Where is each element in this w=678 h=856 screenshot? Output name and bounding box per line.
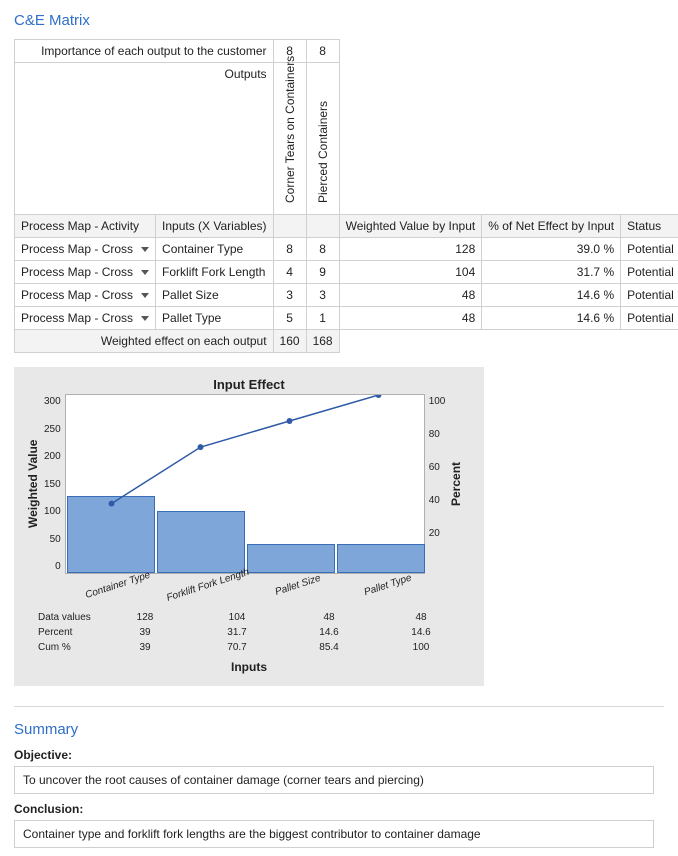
chevron-down-icon <box>141 270 149 275</box>
footer-val-0: 160 <box>273 330 306 353</box>
input-cell: Forklift Fork Length <box>156 261 274 284</box>
plot-area <box>65 394 425 574</box>
x-axis-label: Inputs <box>26 660 472 674</box>
objective-label: Objective: <box>14 748 664 762</box>
table-row: Process Map - Cross Forklift Fork Length… <box>15 261 678 284</box>
input-cell: Pallet Size <box>156 284 274 307</box>
summary-title: Summary <box>14 721 664 738</box>
chevron-down-icon <box>141 247 149 252</box>
col-pct: % of Net Effect by Input <box>482 215 621 238</box>
output-name-0: Corner Tears on Containers <box>281 67 299 207</box>
outputs-label: Outputs <box>15 63 274 215</box>
output-name-1: Pierced Containers <box>314 67 332 207</box>
status-dropdown[interactable]: Potential <box>621 238 678 261</box>
col-inputs: Inputs (X Variables) <box>156 215 274 238</box>
ce-matrix-title: C&E Matrix <box>14 12 664 29</box>
activity-dropdown[interactable]: Process Map - Cross <box>15 238 156 261</box>
objective-text[interactable]: To uncover the root causes of container … <box>14 766 654 794</box>
footer-val-1: 168 <box>306 330 339 353</box>
table-row: Process Map - Cross Pallet Size 3 3 48 1… <box>15 284 678 307</box>
importance-label: Importance of each output to the custome… <box>15 40 274 63</box>
table-row: Process Map - Cross Pallet Type 5 1 48 1… <box>15 307 678 330</box>
activity-dropdown[interactable]: Process Map - Cross <box>15 284 156 307</box>
divider <box>14 706 664 707</box>
input-cell: Container Type <box>156 238 274 261</box>
y-axis-label-right: Percent <box>449 394 463 574</box>
col-activity: Process Map - Activity <box>15 215 156 238</box>
activity-dropdown[interactable]: Process Map - Cross <box>15 307 156 330</box>
y-axis-label-left: Weighted Value <box>26 394 40 574</box>
col-status: Status <box>621 215 678 238</box>
table-row: Process Map - Cross Container Type 8 8 1… <box>15 238 678 261</box>
chevron-down-icon <box>141 316 149 321</box>
status-dropdown[interactable]: Potential <box>621 284 678 307</box>
cum-line <box>66 395 424 573</box>
conclusion-label: Conclusion: <box>14 802 664 816</box>
chart-data-table: Data values 128 104 48 48 Percent 39 31.… <box>36 609 468 656</box>
input-effect-chart: Input Effect Weighted Value 300 250 200 … <box>14 367 484 686</box>
input-cell: Pallet Type <box>156 307 274 330</box>
col-weighted: Weighted Value by Input <box>339 215 482 238</box>
ce-matrix-table: Importance of each output to the custome… <box>14 39 678 353</box>
footer-label: Weighted effect on each output <box>15 330 274 353</box>
activity-dropdown[interactable]: Process Map - Cross <box>15 261 156 284</box>
status-dropdown[interactable]: Potential <box>621 261 678 284</box>
importance-val-1: 8 <box>306 40 339 63</box>
chart-title: Input Effect <box>26 377 472 392</box>
chevron-down-icon <box>141 293 149 298</box>
conclusion-text[interactable]: Container type and forklift fork lengths… <box>14 820 654 848</box>
status-dropdown[interactable]: Potential <box>621 307 678 330</box>
